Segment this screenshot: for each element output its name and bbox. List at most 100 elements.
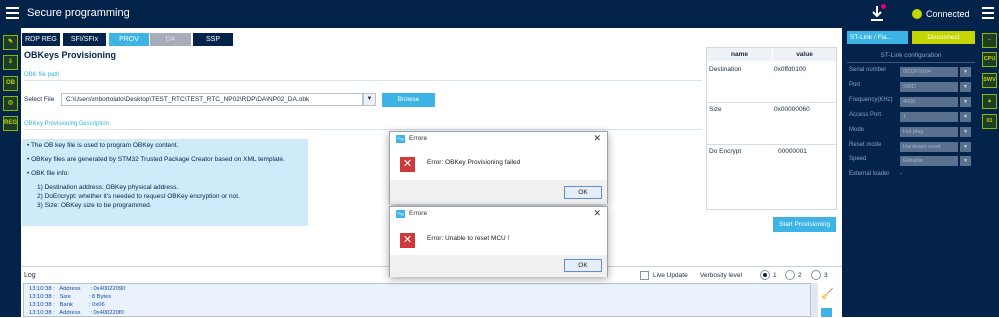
divider bbox=[847, 62, 975, 63]
verbosity-radio-2[interactable] bbox=[785, 270, 795, 280]
chevron-down-icon[interactable]: ▼ bbox=[960, 112, 971, 122]
swv-icon[interactable]: SWV bbox=[982, 73, 997, 88]
table-cell-value: 00000001 bbox=[778, 148, 807, 155]
verbosity-label: Verbosity level bbox=[700, 272, 742, 279]
dialog-body: ✕ Error: Unable to reset MCU ! bbox=[390, 221, 607, 255]
dialog-body: ✕ Error: OBKey Provisioning failed bbox=[390, 146, 607, 180]
ok-button[interactable]: OK bbox=[564, 259, 602, 272]
port-select[interactable]: SWD bbox=[900, 82, 958, 92]
right-menu-icon[interactable] bbox=[982, 7, 994, 20]
config-label: Port bbox=[849, 82, 861, 88]
row-divider bbox=[707, 102, 836, 103]
cpu-icon[interactable]: ◎ bbox=[3, 96, 18, 111]
clear-log-icon[interactable]: 🧹 bbox=[821, 289, 833, 300]
verbosity-radio-1[interactable] bbox=[760, 270, 770, 280]
chevron-down-icon[interactable]: ▼ bbox=[960, 142, 971, 152]
verbosity-option-label: 3 bbox=[824, 272, 828, 279]
table-header-name: name bbox=[707, 48, 772, 61]
description-box: • The OB key file is used to program OBK… bbox=[22, 139, 308, 226]
notification-dot bbox=[881, 4, 886, 9]
log-output[interactable]: 13:10:38 : Address : 0x40022090 13:10:38… bbox=[23, 283, 811, 317]
panel-title: OBKeys Provisioning bbox=[24, 50, 117, 60]
desc-line: • The OB key file is used to program OBK… bbox=[27, 142, 179, 149]
table-cell-name: Do Encrypt bbox=[709, 148, 742, 155]
tab-sfi-sfix[interactable]: SFI/SFIx bbox=[63, 33, 106, 46]
close-icon[interactable]: ✕ bbox=[593, 208, 601, 219]
verbosity-option-label: 2 bbox=[798, 272, 802, 279]
mode-select[interactable]: Hot plug bbox=[900, 127, 958, 137]
table-cell-name: Destination bbox=[709, 66, 742, 73]
dialog-title-bar: Prg Errore ✕ bbox=[390, 207, 607, 221]
chevron-down-icon[interactable]: ▼ bbox=[960, 97, 971, 107]
dialog-title: Errore bbox=[409, 135, 428, 142]
edit-icon[interactable]: ✎ bbox=[3, 35, 18, 50]
verbosity-radio-3[interactable] bbox=[811, 270, 821, 280]
probe-select[interactable]: ST-Link / Fla... bbox=[847, 31, 908, 44]
registers-icon[interactable]: REG bbox=[3, 116, 18, 131]
verbosity-option-label: 1 bbox=[773, 272, 777, 279]
dialog-footer: OK bbox=[390, 180, 607, 204]
config-label: Serial number bbox=[849, 67, 887, 73]
log-scrollbar[interactable] bbox=[811, 283, 818, 317]
reset-mode-select[interactable]: Hardware reset bbox=[900, 142, 958, 152]
app-icon: Prg bbox=[396, 135, 405, 143]
error-dialog: Prg Errore ✕ ✕ Error: Unable to reset MC… bbox=[389, 206, 608, 277]
tab-prov[interactable]: PROV bbox=[109, 33, 149, 46]
close-icon[interactable]: ✕ bbox=[593, 133, 601, 144]
frequency-select[interactable]: 4000 bbox=[900, 97, 958, 107]
cpu-icon[interactable]: CPU bbox=[982, 52, 997, 67]
dialog-title: Errore bbox=[409, 210, 428, 217]
table-cell-name: Size bbox=[709, 106, 722, 113]
tab-da: DA bbox=[150, 33, 191, 46]
config-label: External loader bbox=[849, 171, 890, 177]
log-label: Log bbox=[24, 272, 36, 279]
external-loader-icon[interactable]: ▲ bbox=[982, 94, 997, 109]
chevron-down-icon[interactable]: ▼ bbox=[960, 127, 971, 137]
desc-line: • OBK file info: bbox=[27, 170, 70, 177]
table-cell-value: 0x0ffd0100 bbox=[774, 66, 807, 73]
app-icon: Prg bbox=[396, 210, 405, 218]
config-label: Frequency(KHz) bbox=[849, 97, 893, 103]
desc-item: 3) Size: OBKey size to be programmed. bbox=[37, 202, 152, 209]
tab-ssp[interactable]: SSP bbox=[193, 33, 233, 46]
menu-icon[interactable] bbox=[6, 7, 19, 20]
access-port-select[interactable]: 1 bbox=[900, 112, 958, 122]
browse-button[interactable]: Browse bbox=[382, 93, 435, 107]
config-label: Mode bbox=[849, 127, 865, 133]
error-icon: ✕ bbox=[400, 157, 415, 172]
error-dialog: Prg Errore ✕ ✕ Error: OBKey Provisioning… bbox=[389, 131, 608, 204]
save-log-icon[interactable] bbox=[821, 308, 832, 317]
config-title: ST-Link configuration bbox=[880, 52, 942, 59]
file-section-label: OBK file path bbox=[24, 72, 60, 78]
desc-section-label: OBKey Provisioning Description bbox=[24, 121, 110, 127]
disconnect-button[interactable]: Disconnect bbox=[912, 31, 975, 44]
log-line: 13:10:38 : Bank : 0x06 bbox=[29, 302, 105, 308]
live-update-label: Live Update bbox=[653, 272, 688, 279]
chevron-down-icon[interactable]: ▼ bbox=[960, 82, 971, 92]
dialog-message: Error: OBKey Provisioning failed bbox=[427, 159, 521, 166]
download-memory-icon[interactable]: ⇩ bbox=[3, 55, 18, 70]
table-header-value: value bbox=[773, 48, 836, 61]
otp-icon[interactable]: 01 bbox=[982, 114, 997, 129]
divider bbox=[24, 80, 702, 81]
connection-status-icon bbox=[912, 9, 922, 19]
error-icon: ✕ bbox=[400, 233, 415, 248]
left-sidebar: ✎ ⇩ OB ◎ REG bbox=[0, 28, 21, 317]
config-label: Speed bbox=[849, 156, 867, 162]
start-provisioning-button[interactable]: Start Provisioning bbox=[773, 217, 836, 232]
connection-status: Connected bbox=[926, 9, 970, 19]
file-path-input[interactable]: C:\Users\mbortolato\Desktop\TEST_RTC\TES… bbox=[61, 93, 363, 106]
speed-select[interactable]: Reliable bbox=[900, 156, 958, 166]
chevron-down-icon[interactable]: ▼ bbox=[960, 67, 971, 77]
sidebar-toggle-icon[interactable]: ⇔ bbox=[982, 33, 997, 48]
chevron-down-icon[interactable]: ▼ bbox=[960, 156, 971, 166]
option-bytes-icon[interactable]: OB bbox=[3, 76, 18, 91]
chevron-down-icon[interactable]: ▼ bbox=[363, 93, 376, 106]
row-divider bbox=[707, 144, 836, 145]
dialog-message: Error: Unable to reset MCU ! bbox=[427, 235, 510, 242]
ok-button[interactable]: OK bbox=[564, 186, 602, 199]
desc-item: 2) DoEncrypt: whether it's needed to req… bbox=[37, 193, 240, 200]
serial-number-select[interactable]: 0032F9164 bbox=[900, 67, 958, 77]
tab-rdp-reg[interactable]: RDP REG bbox=[22, 33, 60, 46]
live-update-checkbox[interactable] bbox=[640, 271, 649, 280]
